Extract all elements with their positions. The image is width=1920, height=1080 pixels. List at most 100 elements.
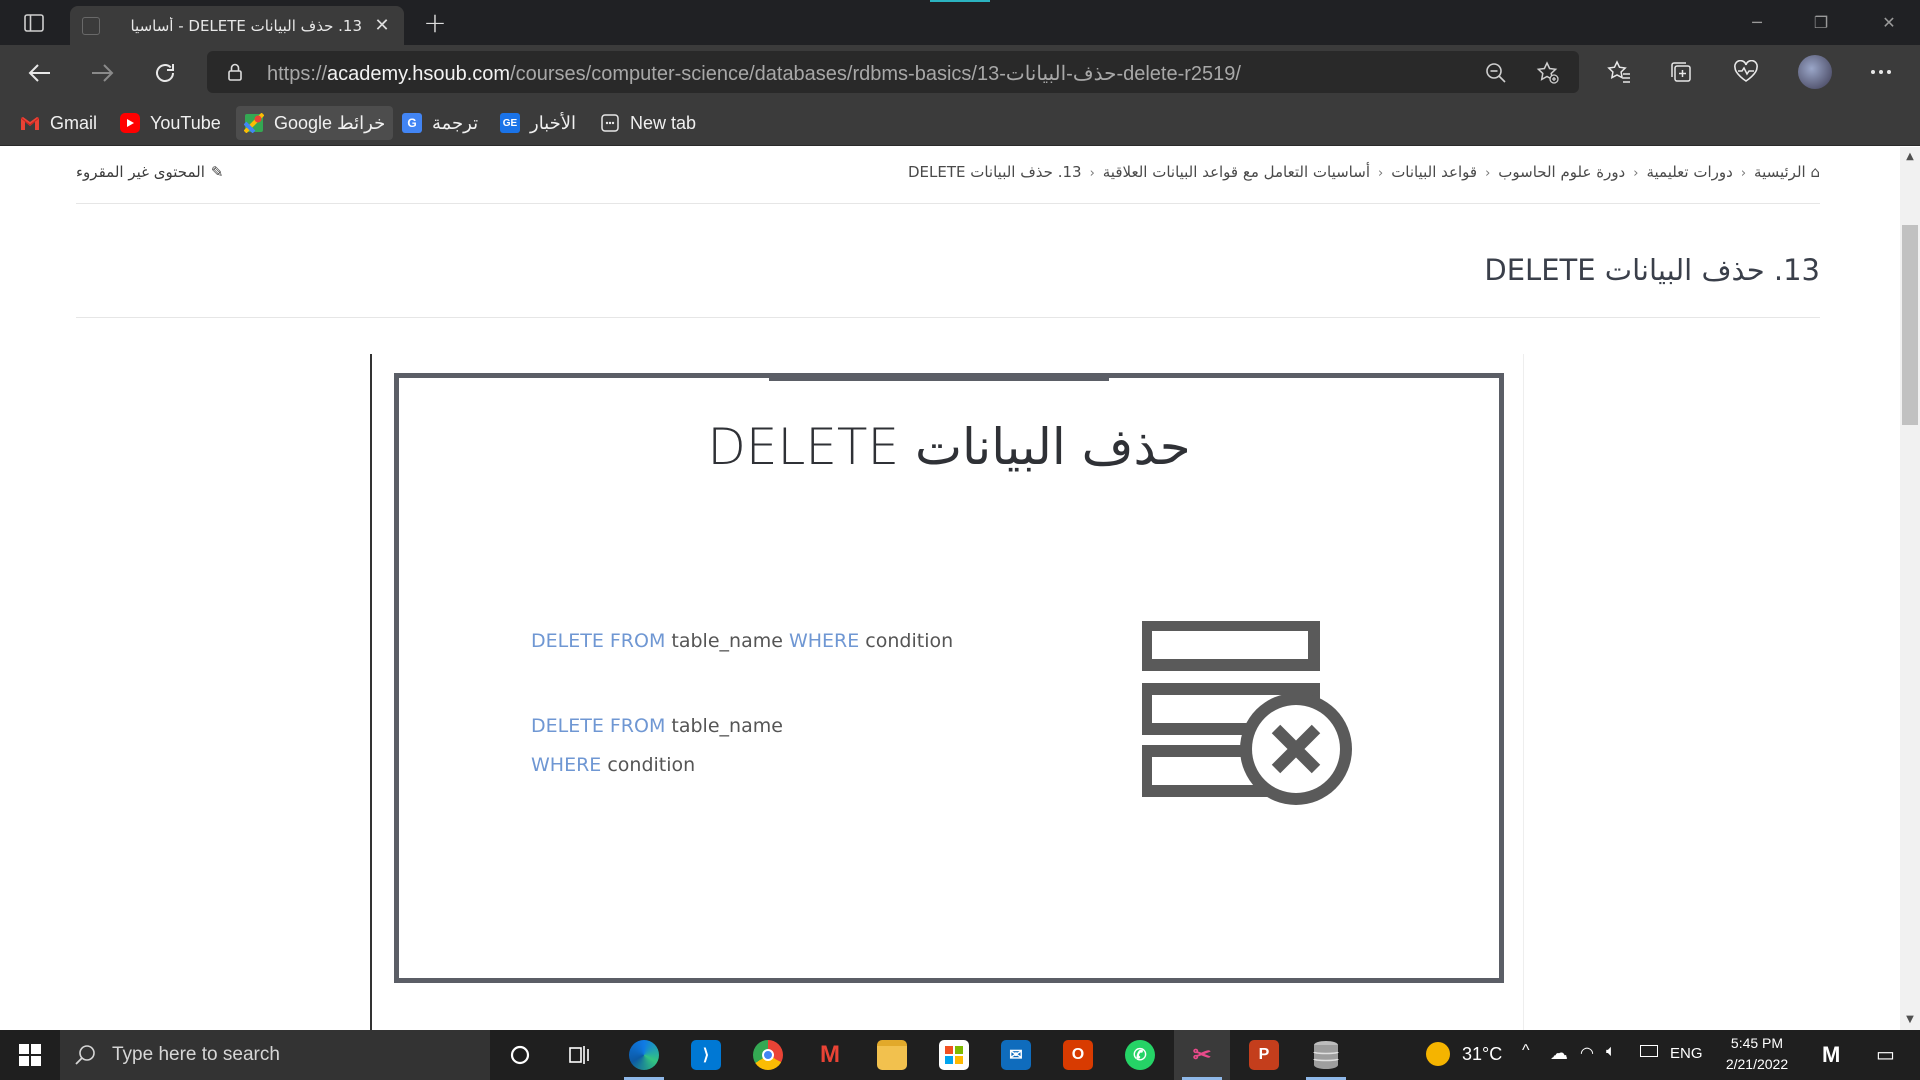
sql-line-2: DELETE FROM table_name — [531, 715, 783, 737]
breadcrumb-item-home[interactable]: الرئيسية — [1754, 163, 1806, 181]
gmail-icon — [20, 113, 40, 133]
weather-temperature[interactable]: 31°C — [1462, 1044, 1502, 1065]
bookmark-label: Gmail — [50, 112, 98, 133]
browser-toolbar: https://academy.hsoub.com/courses/comput… — [0, 45, 1920, 100]
content-border — [1523, 354, 1524, 1030]
collections-icon[interactable] — [1666, 57, 1696, 87]
browser-essentials-icon[interactable] — [1731, 57, 1761, 87]
chevron-left-icon: ‹ — [1633, 166, 1639, 181]
clock-time[interactable]: 5:45 PM — [1722, 1035, 1792, 1051]
tab-actions-icon[interactable] — [16, 10, 52, 36]
meet-app-icon[interactable]: M — [1822, 1042, 1840, 1068]
divider — [76, 317, 1820, 318]
maps-icon — [244, 113, 264, 133]
battery-icon[interactable] — [1640, 1045, 1658, 1057]
reload-button[interactable] — [147, 55, 183, 91]
page-scrollbar[interactable]: ▲ ▼ — [1900, 147, 1920, 1030]
scroll-down-arrow-icon[interactable]: ▼ — [1900, 1010, 1920, 1030]
slide-top-accent — [769, 377, 1109, 381]
mail-icon: ✉ — [1001, 1040, 1031, 1070]
clock-date[interactable]: 2/21/2022 — [1716, 1056, 1798, 1072]
taskbar-app-chrome[interactable] — [740, 1030, 796, 1080]
new-tab-icon — [600, 113, 620, 133]
wifi-icon[interactable]: ◠ — [1580, 1043, 1594, 1063]
lesson-slide-image: حذف البيانات DELETE DELETE FROM table_na… — [394, 373, 1504, 983]
taskbar-app-mail[interactable]: ✉ — [988, 1030, 1044, 1080]
divider — [76, 203, 1820, 204]
sql-keyword: WHERE — [788, 630, 860, 652]
breadcrumb-item-rdbms-basics[interactable]: أساسيات التعامل مع قواعد البيانات العلاق… — [1103, 163, 1370, 181]
taskbar-app-snipping-tool[interactable]: ✂ — [1174, 1030, 1230, 1080]
breadcrumb-item-databases[interactable]: قواعد البيانات — [1391, 163, 1477, 181]
close-window-button[interactable]: ✕ — [1866, 8, 1912, 38]
bookmark-translate[interactable]: G ترجمة — [394, 106, 486, 140]
bookmark-news[interactable]: GE الأخبار — [492, 106, 584, 140]
forward-button[interactable] — [84, 55, 120, 91]
start-button[interactable] — [0, 1030, 60, 1080]
scroll-up-arrow-icon[interactable]: ▲ — [1900, 147, 1920, 167]
address-bar[interactable]: https://academy.hsoub.com/courses/comput… — [207, 51, 1579, 93]
url-text[interactable]: https://academy.hsoub.com/courses/comput… — [267, 61, 1241, 86]
sql-text: condition — [601, 754, 696, 776]
lock-icon[interactable] — [225, 62, 245, 82]
office-icon: O — [1063, 1040, 1093, 1070]
taskbar-app-gmail[interactable]: M — [802, 1030, 858, 1080]
close-tab-icon[interactable]: ✕ — [372, 15, 392, 36]
powerpoint-icon: P — [1249, 1040, 1279, 1070]
profile-avatar[interactable] — [1798, 55, 1832, 89]
taskbar-search-box[interactable]: Type here to search — [60, 1030, 490, 1080]
taskbar-app-file-explorer[interactable] — [864, 1030, 920, 1080]
taskbar-app-office[interactable]: O — [1050, 1030, 1106, 1080]
url-scheme: https:// — [267, 63, 328, 85]
weather-sun-icon[interactable] — [1426, 1042, 1450, 1066]
search-placeholder: Type here to search — [112, 1044, 280, 1065]
sql-line-1: DELETE FROM table_name WHERE condition — [531, 630, 953, 652]
tab-active[interactable]: 13. حذف البيانات DELETE - أساسيا ✕ — [70, 6, 404, 45]
bookmark-google-maps[interactable]: Google خرائط — [236, 106, 394, 140]
more-menu-icon[interactable] — [1866, 57, 1896, 87]
breadcrumb: ⌂ الرئيسية ‹ دورات تعليمية ‹ دورة علوم الحاس… — [830, 163, 1820, 181]
unread-content-link[interactable]: ✎ المحتوى غير المقروء — [76, 163, 223, 181]
onedrive-icon[interactable]: ☁ — [1550, 1043, 1568, 1064]
back-button[interactable] — [22, 55, 58, 91]
bookmarks-bar: Gmail YouTube Google خرائط G ترجمة GE ال… — [0, 100, 1920, 146]
bookmark-gmail[interactable]: Gmail — [12, 106, 105, 140]
web-page: ⌂ الرئيسية ‹ دورات تعليمية ‹ دورة علوم الحاس… — [0, 147, 1900, 1030]
sql-keyword: DELETE FROM — [531, 630, 666, 652]
add-favorite-icon[interactable] — [1535, 60, 1561, 86]
sql-text: table_name — [665, 630, 789, 652]
volume-icon[interactable]: 🔈︎ — [1606, 1043, 1616, 1061]
new-tab-button[interactable]: + — [420, 9, 450, 39]
chevron-left-icon: ‹ — [1485, 166, 1491, 181]
taskbar-app-edge[interactable] — [616, 1030, 672, 1080]
taskbar-app-store[interactable] — [926, 1030, 982, 1080]
input-language[interactable]: ENG — [1670, 1045, 1703, 1062]
bookmark-youtube[interactable]: YouTube — [112, 106, 229, 140]
pencil-icon: ✎ — [210, 163, 224, 181]
sql-line-3: WHERE condition — [531, 754, 695, 776]
notifications-icon[interactable]: ▭ — [1876, 1042, 1895, 1067]
favorites-icon[interactable] — [1604, 57, 1634, 87]
taskbar-app-powerpoint[interactable]: P — [1236, 1030, 1292, 1080]
bookmark-new-tab[interactable]: New tab — [592, 106, 704, 140]
minimize-button[interactable]: ─ — [1734, 8, 1780, 38]
cortana-button[interactable] — [492, 1030, 548, 1080]
slide-title: حذف البيانات DELETE — [707, 418, 1191, 476]
home-icon: ⌂ — [1805, 163, 1820, 181]
news-icon: GE — [500, 113, 520, 133]
breadcrumb-item-courses[interactable]: دورات تعليمية — [1646, 163, 1732, 181]
translate-icon: G — [402, 113, 422, 133]
folder-icon — [877, 1040, 907, 1070]
chevron-up-icon[interactable]: ^ — [1522, 1042, 1530, 1060]
restore-button[interactable]: ❐ — [1798, 8, 1844, 38]
taskbar-app-database[interactable] — [1298, 1030, 1354, 1080]
taskbar-app-vscode[interactable]: ⟩ — [678, 1030, 734, 1080]
breadcrumb-item-cs-course[interactable]: دورة علوم الحاسوب — [1498, 163, 1625, 181]
content-border — [370, 354, 372, 1030]
scrollbar-thumb[interactable] — [1902, 225, 1918, 425]
task-view-button[interactable] — [552, 1030, 608, 1080]
store-icon — [939, 1040, 969, 1070]
system-tray: 31°C ^ ☁ ◠ 🔈︎ ENG 5:45 PM 2/21/2022 M ▭ — [1420, 1030, 1920, 1080]
zoom-icon[interactable] — [1483, 60, 1509, 86]
taskbar-app-whatsapp[interactable]: ✆ — [1112, 1030, 1168, 1080]
